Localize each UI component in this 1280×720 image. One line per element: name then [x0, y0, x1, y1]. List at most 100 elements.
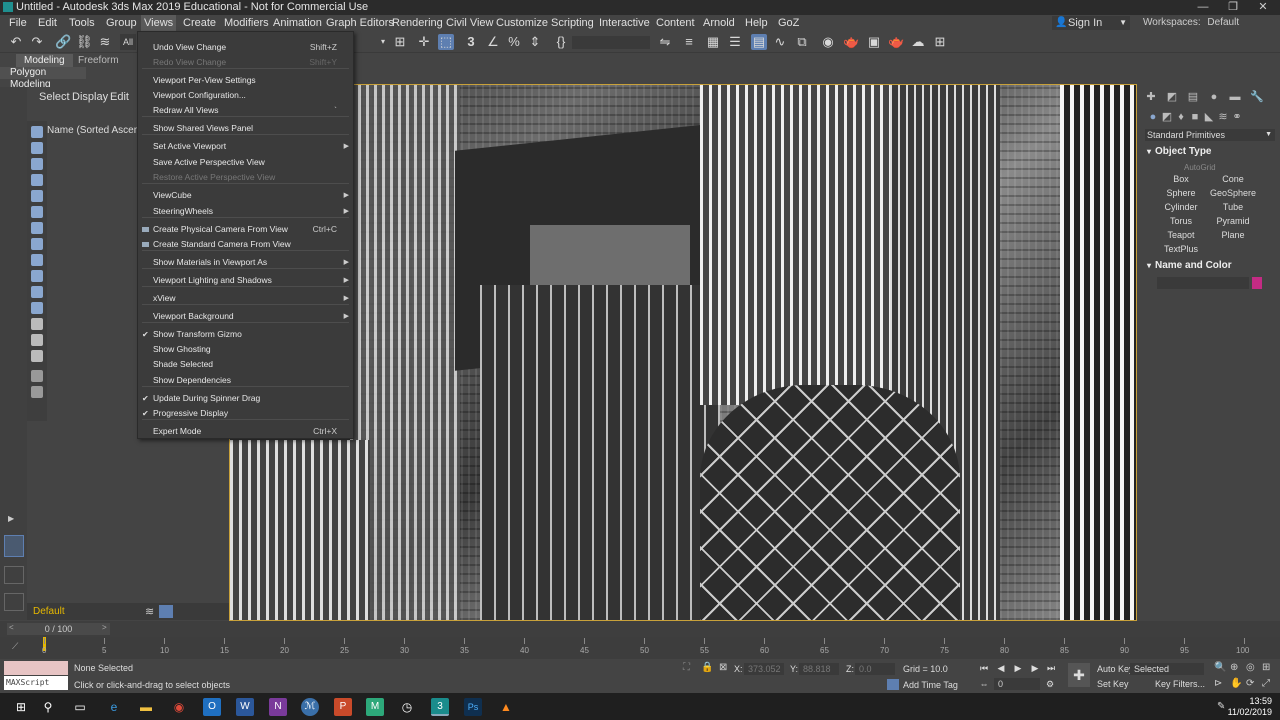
tab-modeling[interactable]: Modeling: [16, 54, 73, 67]
filter-hidden-icon[interactable]: [31, 302, 43, 314]
task-view-icon[interactable]: ▭: [71, 698, 89, 716]
menu-item-show-transform-gizmo[interactable]: ✔ Show Transform Gizmo: [138, 327, 353, 342]
go-to-start-icon[interactable]: ⏮: [978, 662, 990, 674]
layer-explorer-icon[interactable]: ☰: [727, 34, 743, 50]
explorer-tab-select[interactable]: Select: [39, 91, 70, 103]
key-mode-icon[interactable]: ⇔: [978, 678, 990, 690]
menu-item-show-dependencies[interactable]: Show Dependencies: [138, 373, 353, 388]
perspective-viewport[interactable]: [229, 84, 1137, 621]
menu-customize[interactable]: Customize: [493, 15, 551, 31]
bind-spacewarp-icon[interactable]: ≋: [97, 34, 113, 50]
select-icon[interactable]: ⬚: [438, 34, 454, 50]
explorer-tab-edit[interactable]: Edit: [110, 91, 129, 103]
menu-item-redraw-all-views[interactable]: Redraw All Views `: [138, 103, 353, 118]
menu-item-undo-view-change[interactable]: Undo View Change Shift+Z: [138, 40, 353, 55]
explorer-tab-display[interactable]: Display: [72, 91, 108, 103]
system-clock[interactable]: 13:59 11/02/2019: [1228, 696, 1272, 718]
menu-item-viewport-configuration[interactable]: Viewport Configuration...: [138, 88, 353, 103]
snap-3d-icon[interactable]: 3: [463, 34, 479, 50]
chrome-icon[interactable]: ◉: [170, 698, 188, 716]
close-button[interactable]: ✕: [1248, 0, 1278, 15]
viewport-layout-2-icon[interactable]: [4, 566, 24, 584]
slider-left-arrow-icon[interactable]: <: [9, 623, 14, 632]
motion-tab-icon[interactable]: ●: [1208, 91, 1220, 103]
minimize-button[interactable]: —: [1188, 0, 1218, 15]
select-none-icon[interactable]: [31, 334, 43, 346]
time-tag-icon[interactable]: [887, 679, 899, 690]
toggle-scene-explorer-icon[interactable]: ▦: [705, 34, 721, 50]
render-cloud-icon[interactable]: ☁: [910, 34, 926, 50]
torus-button[interactable]: Torus: [1157, 215, 1205, 227]
add-time-tag[interactable]: Add Time Tag: [903, 680, 958, 690]
menu-views[interactable]: Views: [141, 15, 177, 31]
tab-freeform[interactable]: Freeform: [70, 54, 127, 67]
angle-snap-icon[interactable]: ∠: [485, 34, 501, 50]
cylinder-button[interactable]: Cylinder: [1157, 201, 1205, 213]
object-color-swatch[interactable]: [1252, 277, 1262, 289]
filter-containers-icon[interactable]: [31, 270, 43, 282]
systems-category-icon[interactable]: ⚭: [1231, 111, 1243, 123]
y-coordinate-field[interactable]: 88.818: [799, 663, 839, 675]
shapes-category-icon[interactable]: ◩: [1161, 111, 1173, 123]
menu-arnold[interactable]: Arnold: [700, 15, 738, 31]
restore-button[interactable]: ❐: [1218, 0, 1248, 15]
go-to-end-icon[interactable]: ⏭: [1045, 662, 1057, 674]
outlook-icon[interactable]: O: [203, 698, 221, 716]
pen-icon[interactable]: ✎: [1217, 701, 1225, 712]
toggle-ribbon-icon[interactable]: ▤: [751, 34, 767, 50]
curve-toggle-icon[interactable]: ⟋: [12, 641, 18, 652]
menu-item-show-shared-views-panel[interactable]: Show Shared Views Panel: [138, 121, 353, 136]
scene-explorer-toggle-icon[interactable]: [159, 605, 173, 618]
menu-item-set-active-viewport[interactable]: Set Active Viewport ▶: [138, 139, 353, 154]
menu-item-save-active-perspective-view[interactable]: Save Active Perspective View: [138, 155, 353, 170]
filter-shapes-icon[interactable]: [31, 142, 43, 154]
modify-tab-icon[interactable]: ◩: [1166, 91, 1178, 103]
previous-frame-icon[interactable]: ◀: [995, 662, 1007, 674]
mirror-icon[interactable]: ⇋: [657, 34, 673, 50]
tube-button[interactable]: Tube: [1209, 201, 1257, 213]
menu-group[interactable]: Group: [103, 15, 140, 31]
workspaces-selector[interactable]: Workspaces: Default: [1143, 15, 1239, 31]
auto-key-button[interactable]: Auto Key: [1097, 664, 1134, 674]
zoom-extents-all-icon[interactable]: ⊞: [1262, 662, 1270, 673]
pyramid-button[interactable]: Pyramid: [1209, 215, 1257, 227]
select-move-icon[interactable]: ⊞: [392, 34, 408, 50]
frame-counter[interactable]: 0 / 100: [7, 623, 110, 635]
menu-goz[interactable]: GoZ: [775, 15, 802, 31]
cone-button[interactable]: Cone: [1209, 173, 1257, 185]
menu-item-create-standard-camera-from-view[interactable]: Create Standard Camera From View: [138, 237, 353, 252]
menu-graph-editors[interactable]: Graph Editors: [323, 15, 397, 31]
menu-item-show-ghosting[interactable]: Show Ghosting: [138, 342, 353, 357]
name-and-color-rollout[interactable]: Name and Color: [1145, 260, 1275, 272]
spinner-snap-icon[interactable]: ⇕: [527, 34, 543, 50]
powerpoint-icon[interactable]: P: [334, 698, 352, 716]
menu-edit[interactable]: Edit: [35, 15, 60, 31]
teapot-button[interactable]: Teapot: [1157, 229, 1205, 241]
time-slider[interactable]: 0 / 100 < >: [0, 621, 1280, 637]
zoom-icon[interactable]: 🔍: [1214, 662, 1226, 673]
menu-item-viewport-lighting-and-shadows[interactable]: Viewport Lighting and Shadows ▶: [138, 273, 353, 288]
cameras-category-icon[interactable]: ■: [1189, 111, 1201, 123]
track-bar[interactable]: ⟋ 0 5 10 15 20 25 30 35 40 45 50 55 60 6…: [0, 637, 1280, 659]
menu-modifiers[interactable]: Modifiers: [221, 15, 272, 31]
polygon-modeling-panel[interactable]: Polygon Modeling: [0, 67, 86, 90]
select-invert-icon[interactable]: [31, 350, 43, 362]
sign-in-dropdown[interactable]: 👤 Sign In ▼: [1052, 16, 1130, 30]
create-tab-icon[interactable]: ✚: [1145, 91, 1157, 103]
menu-create[interactable]: Create: [180, 15, 219, 31]
set-key-button[interactable]: Set Key: [1097, 679, 1129, 689]
layers-icon[interactable]: ≋: [145, 605, 154, 618]
chevron-down-icon[interactable]: ▾: [375, 34, 391, 50]
3ds-max-taskbar-icon[interactable]: 3: [431, 698, 449, 716]
menu-item-viewcube[interactable]: ViewCube ▶: [138, 188, 353, 203]
box-button[interactable]: Box: [1157, 173, 1205, 185]
spacewarps-category-icon[interactable]: ≋: [1217, 111, 1229, 123]
onenote-icon[interactable]: N: [269, 698, 287, 716]
maxscript-mini-listener[interactable]: MAXScript Mi:: [4, 676, 68, 701]
orbit-icon[interactable]: ⟳: [1246, 678, 1254, 689]
redo-icon[interactable]: ↷: [29, 34, 45, 50]
menu-scripting[interactable]: Scripting: [548, 15, 597, 31]
utilities-tab-icon[interactable]: 🔧: [1250, 91, 1264, 103]
filter-lights-icon[interactable]: [31, 158, 43, 170]
move-icon[interactable]: ✛: [416, 34, 432, 50]
